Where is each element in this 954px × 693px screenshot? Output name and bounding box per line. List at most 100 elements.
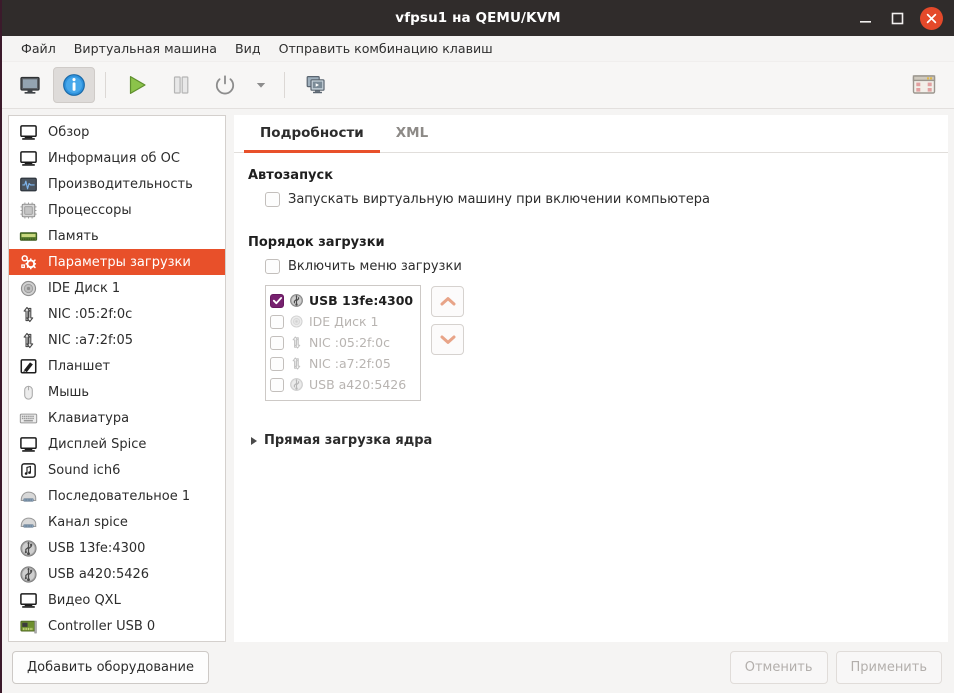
sidebar-item-label: USB a420:5426 bbox=[48, 566, 150, 582]
sidebar-item-mouse[interactable]: Мышь bbox=[9, 379, 225, 405]
sidebar-item-os-info[interactable]: Информация об ОС bbox=[9, 145, 225, 171]
sidebar-item-label: Параметры загрузки bbox=[48, 254, 191, 270]
boot-device-row[interactable]: USB a420:5426 bbox=[270, 374, 416, 395]
boot-device-label: USB 13fe:4300 bbox=[309, 293, 414, 308]
boot-device-row[interactable]: IDE Диск 1 bbox=[270, 311, 416, 332]
sidebar-item-controller-usb-0[interactable]: Controller USB 0 bbox=[9, 613, 225, 639]
sidebar-item-label: Канал spice bbox=[48, 514, 128, 530]
usb-icon bbox=[289, 377, 304, 392]
boot-menu-checkbox-label: Включить меню загрузки bbox=[288, 259, 462, 274]
chevron-right-icon bbox=[251, 436, 257, 445]
toolbar-right-group bbox=[902, 67, 946, 103]
sidebar-item-label: IDE Диск 1 bbox=[48, 280, 121, 296]
menu-file[interactable]: Файл bbox=[12, 39, 65, 58]
sidebar-item-usb-13fe-4300[interactable]: USB 13fe:4300 bbox=[9, 535, 225, 561]
toolbar bbox=[2, 62, 954, 109]
boot-device-checkbox[interactable] bbox=[270, 356, 284, 371]
boot-device-row[interactable]: NIC :05:2f:0c bbox=[270, 332, 416, 353]
boot-menu-checkbox[interactable] bbox=[265, 259, 280, 274]
run-button[interactable] bbox=[116, 67, 158, 103]
sidebar-item-usb-a420-5426[interactable]: USB a420:5426 bbox=[9, 561, 225, 587]
menu-view[interactable]: Вид bbox=[226, 39, 270, 58]
disk-icon bbox=[289, 314, 304, 329]
fullscreen-button[interactable] bbox=[903, 67, 945, 103]
tab-details[interactable]: Подробности bbox=[244, 125, 380, 153]
sidebar-item-ide-disk-1[interactable]: IDE Диск 1 bbox=[9, 275, 225, 301]
autostart-checkbox-row[interactable]: Запускать виртуальную машину при включен… bbox=[248, 192, 930, 207]
boot-device-list[interactable]: USB 13fe:4300 IDE Диск 1 NIC :05:2f:0c NIC … bbox=[265, 285, 421, 401]
sidebar-item-memory[interactable]: Память bbox=[9, 223, 225, 249]
network-icon bbox=[289, 335, 304, 350]
sidebar-item-cpus[interactable]: Процессоры bbox=[9, 197, 225, 223]
sidebar-item-overview[interactable]: Обзор bbox=[9, 119, 225, 145]
sidebar-item-label: NIC :a7:2f:05 bbox=[48, 332, 134, 348]
details-panel: Подробности XML Автозапуск Запускать вир… bbox=[234, 115, 948, 642]
pause-button[interactable] bbox=[160, 67, 202, 103]
sidebar-item-label: Последовательное 1 bbox=[48, 488, 191, 504]
shutdown-menu-button[interactable] bbox=[248, 67, 274, 103]
move-up-button[interactable] bbox=[431, 286, 464, 317]
sidebar-item-serial-1[interactable]: Последовательное 1 bbox=[9, 483, 225, 509]
add-hardware-button[interactable]: Добавить оборудование bbox=[12, 651, 209, 684]
sidebar-item-boot-options[interactable]: Параметры загрузки bbox=[9, 249, 225, 275]
shutdown-button[interactable] bbox=[204, 67, 246, 103]
sidebar-item-performance[interactable]: Производительность bbox=[9, 171, 225, 197]
serial-icon bbox=[17, 512, 39, 532]
boot-order-arrows bbox=[431, 285, 464, 355]
tab-xml[interactable]: XML bbox=[380, 125, 444, 153]
boot-device-checkbox[interactable] bbox=[270, 314, 284, 329]
sidebar-item-display-spice[interactable]: Дисплей Spice bbox=[9, 431, 225, 457]
window-controls bbox=[856, 6, 954, 30]
boot-order-area: USB 13fe:4300 IDE Диск 1 NIC :05:2f:0c NIC … bbox=[248, 285, 930, 401]
footer-bar: Добавить оборудование Отменить Применить bbox=[2, 642, 954, 693]
boot-device-row[interactable]: NIC :a7:2f:05 bbox=[270, 353, 416, 374]
hardware-list-panel[interactable]: Обзор Информация об ОС Производительность П… bbox=[8, 115, 226, 642]
sidebar-item-label: Sound ich6 bbox=[48, 462, 121, 478]
kernel-boot-expander[interactable]: Прямая загрузка ядра bbox=[248, 433, 930, 448]
window-title: vfpsu1 на QEMU/KVM bbox=[395, 10, 561, 26]
minimize-icon[interactable] bbox=[856, 9, 874, 27]
network-icon bbox=[17, 330, 39, 350]
disk-icon bbox=[17, 278, 39, 298]
snapshots-button[interactable] bbox=[295, 67, 337, 103]
boot-device-checkbox[interactable] bbox=[270, 293, 284, 308]
show-details-button[interactable] bbox=[53, 67, 95, 103]
sidebar-item-label: Видео QXL bbox=[48, 592, 121, 608]
boot-device-row[interactable]: USB 13fe:4300 bbox=[270, 290, 416, 311]
boot-menu-checkbox-row[interactable]: Включить меню загрузки bbox=[248, 259, 930, 274]
close-icon[interactable] bbox=[920, 6, 943, 30]
autostart-section-title: Автозапуск bbox=[248, 168, 334, 183]
show-console-button[interactable] bbox=[9, 67, 51, 103]
sidebar-item-label: Мышь bbox=[48, 384, 90, 400]
performance-icon bbox=[17, 174, 39, 194]
sidebar-item-label: Память bbox=[48, 228, 99, 244]
sidebar-item-nic-05-2f-0c[interactable]: NIC :05:2f:0c bbox=[9, 301, 225, 327]
sidebar-item-video-qxl[interactable]: Видео QXL bbox=[9, 587, 225, 613]
boot-order-section-title: Порядок загрузки bbox=[248, 235, 385, 250]
cancel-button[interactable]: Отменить bbox=[729, 651, 828, 684]
autostart-checkbox-label: Запускать виртуальную машину при включен… bbox=[288, 192, 710, 207]
boot-options-icon bbox=[17, 252, 39, 272]
sidebar-item-sound-ich6[interactable]: Sound ich6 bbox=[9, 457, 225, 483]
sidebar-item-nic-a7-2f-05[interactable]: NIC :a7:2f:05 bbox=[9, 327, 225, 353]
virt-manager-window: vfpsu1 на QEMU/KVM Файл Виртуальная маши… bbox=[0, 0, 954, 693]
sidebar-item-tablet[interactable]: Планшет bbox=[9, 353, 225, 379]
cpu-icon bbox=[17, 200, 39, 220]
usb-icon bbox=[289, 293, 304, 308]
monitor-icon bbox=[17, 148, 39, 168]
apply-button[interactable]: Применить bbox=[835, 651, 942, 684]
autostart-checkbox[interactable] bbox=[265, 192, 280, 207]
move-down-button[interactable] bbox=[431, 324, 464, 355]
menu-send-key[interactable]: Отправить комбинацию клавиш bbox=[270, 39, 502, 58]
boot-options-form: Автозапуск Запускать виртуальную машину … bbox=[234, 153, 948, 642]
menu-virtual-machine[interactable]: Виртуальная машина bbox=[65, 39, 226, 58]
kernel-boot-expander-label: Прямая загрузка ядра bbox=[264, 433, 433, 448]
sidebar-item-keyboard[interactable]: Клавиатура bbox=[9, 405, 225, 431]
sidebar-item-label: Обзор bbox=[48, 124, 90, 140]
boot-device-checkbox[interactable] bbox=[270, 377, 284, 392]
usb-icon bbox=[17, 538, 39, 558]
sidebar-item-channel-spice[interactable]: Канал spice bbox=[9, 509, 225, 535]
footer-action-buttons: Отменить Применить bbox=[729, 651, 942, 684]
maximize-icon[interactable] bbox=[888, 9, 906, 27]
boot-device-checkbox[interactable] bbox=[270, 335, 284, 350]
